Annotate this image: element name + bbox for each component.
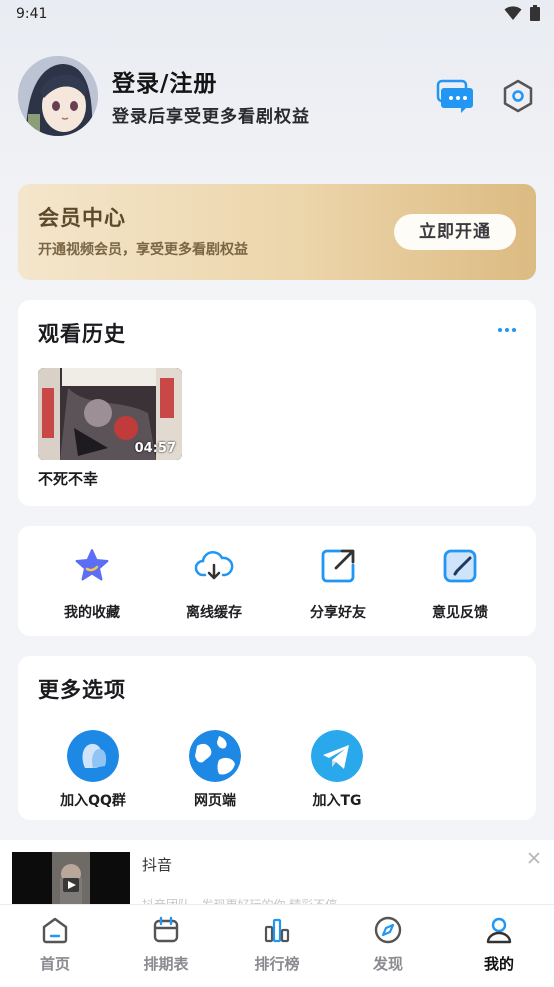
offline-cache-label: 离线缓存: [186, 605, 242, 621]
more-options-card: 更多选项 加入QQ群 网页端 加入TG: [18, 656, 536, 820]
join-qq-group-button[interactable]: 加入QQ群: [43, 730, 143, 810]
telegram-icon: [311, 730, 363, 782]
ad-banner[interactable]: 抖音 抖音团队 · 发现更好玩的你 精彩不停: [0, 840, 554, 912]
join-tg-label: 加入TG: [312, 793, 362, 809]
tab-home[interactable]: 首页: [10, 915, 100, 974]
profile-section: 登录/注册 登录后享受更多看剧权益: [18, 56, 538, 138]
history-title: 观看历史: [38, 322, 126, 346]
join-tg-button[interactable]: 加入TG: [287, 730, 387, 810]
wifi-icon: [504, 6, 522, 20]
user-icon: [486, 917, 512, 944]
vip-subtitle: 开通视频会员，享受更多看剧权益: [38, 242, 248, 258]
history-item-duration: 04:57: [134, 441, 176, 456]
tab-discover[interactable]: 发现: [343, 915, 433, 974]
more-options-button[interactable]: [496, 322, 518, 338]
tab-ranking-label: 排行榜: [254, 955, 300, 973]
calendar-icon: [153, 916, 179, 943]
cloud-download-icon: [194, 551, 234, 580]
web-version-label: 网页端: [194, 793, 236, 809]
offline-cache-button[interactable]: 离线缓存: [154, 546, 274, 626]
status-icons: [504, 5, 540, 21]
share-label: 分享好友: [310, 605, 366, 621]
tab-schedule[interactable]: 排期表: [121, 915, 211, 974]
favorites-label: 我的收藏: [64, 605, 120, 621]
tab-discover-label: 发现: [372, 955, 403, 973]
more-options-title: 更多选项: [38, 678, 126, 702]
tab-mine-label: 我的: [483, 955, 514, 973]
header-background: [0, 0, 554, 330]
feedback-label: 意见反馈: [432, 605, 488, 621]
history-item-thumbnail[interactable]: 04:57: [38, 368, 182, 460]
quick-actions-card: 我的收藏 离线缓存 分享好友 意见反馈: [18, 526, 536, 636]
favorites-button[interactable]: 我的收藏: [32, 546, 152, 626]
vip-center-card[interactable]: 会员中心 开通视频会员，享受更多看剧权益 立即开通: [18, 184, 536, 280]
tab-ranking[interactable]: 排行榜: [232, 915, 322, 974]
join-qq-group-label: 加入QQ群: [60, 793, 126, 809]
avatar[interactable]: [18, 56, 98, 136]
feedback-button[interactable]: 意见反馈: [400, 546, 520, 626]
status-time: 9:41: [16, 6, 48, 22]
web-version-button[interactable]: 网页端: [165, 730, 265, 810]
bar-chart-icon: [264, 918, 290, 943]
close-icon: [528, 852, 540, 864]
ad-title: 抖音: [142, 856, 173, 874]
tab-home-label: 首页: [39, 955, 70, 973]
share-icon: [321, 549, 355, 583]
compass-icon: [374, 916, 402, 944]
message-button[interactable]: [435, 76, 475, 116]
hexagon-settings-icon: [503, 79, 533, 113]
star-icon: [75, 549, 109, 581]
status-bar: 9:41: [0, 0, 554, 28]
bottom-tab-bar: 首页 排期表 排行榜 发现 我的: [0, 904, 554, 987]
ad-close-button[interactable]: [526, 850, 542, 866]
edit-icon: [443, 549, 477, 583]
settings-button[interactable]: [498, 76, 538, 116]
home-icon: [42, 917, 68, 944]
login-subtitle: 登录后享受更多看剧权益: [112, 107, 310, 127]
history-item-title[interactable]: 不死不幸: [38, 468, 98, 489]
chat-bubble-icon: [436, 79, 473, 113]
qq-icon: [67, 730, 119, 782]
ad-video-thumbnail[interactable]: [12, 852, 130, 904]
login-title[interactable]: 登录/注册: [112, 64, 217, 98]
ad-thumbnail-image: [12, 852, 130, 904]
tab-schedule-label: 排期表: [143, 955, 189, 973]
globe-icon: [189, 730, 241, 782]
share-button[interactable]: 分享好友: [278, 546, 398, 626]
vip-open-button[interactable]: 立即开通: [394, 214, 516, 250]
watch-history-card: 观看历史 04:57 不死不幸: [18, 300, 536, 506]
battery-icon: [530, 5, 540, 21]
more-dots-icon: [498, 328, 516, 332]
tab-mine[interactable]: 我的: [454, 915, 544, 974]
avatar-image: [18, 56, 98, 136]
vip-title: 会员中心: [38, 206, 126, 230]
